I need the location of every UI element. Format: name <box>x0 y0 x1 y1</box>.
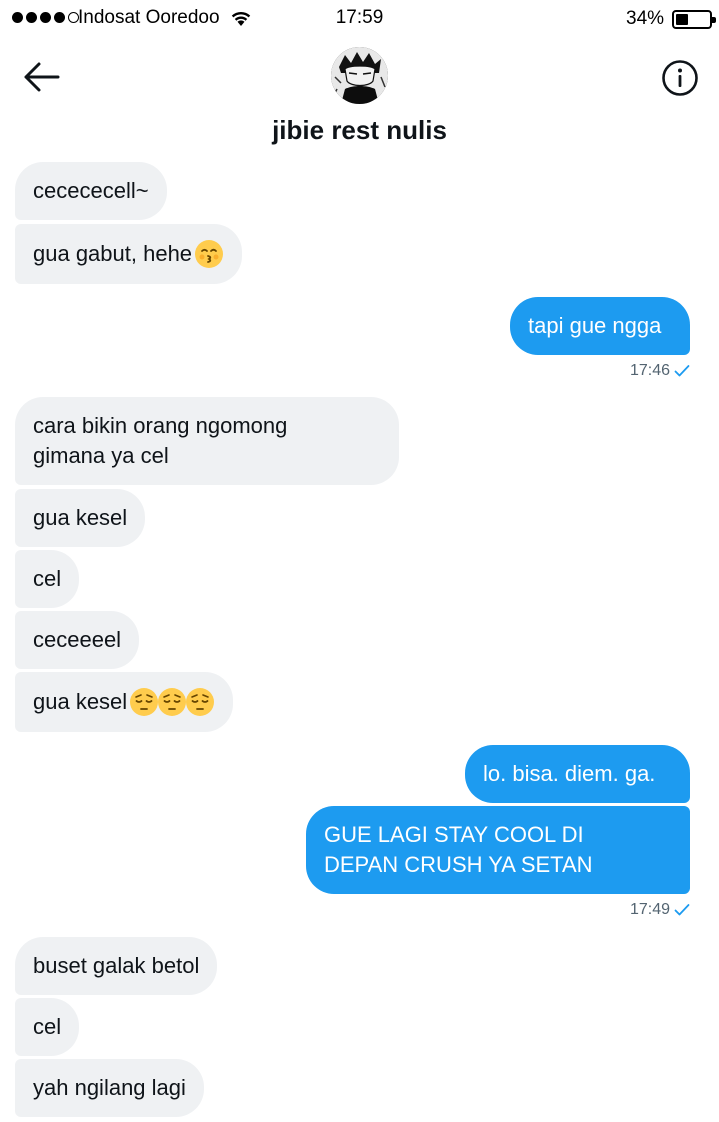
message-text: cel <box>33 1014 62 1039</box>
message-incoming[interactable]: cara bikin orang ngomong gimana ya cel <box>15 397 399 485</box>
pensive-face-icon <box>186 688 215 716</box>
contact-avatar[interactable] <box>331 47 388 104</box>
wifi-icon <box>231 11 251 26</box>
message-outgoing[interactable]: GUE LAGI STAY COOL DI DEPAN CRUSH YA SET… <box>306 806 690 894</box>
message-text: gua gabut, hehe <box>33 241 193 266</box>
message-outgoing[interactable]: lo. bisa. diem. ga. <box>465 745 690 803</box>
message-incoming[interactable]: cecececell~ <box>15 162 167 220</box>
checkmark-icon <box>674 365 690 377</box>
checkmark-icon <box>674 904 690 916</box>
pensive-face-icon <box>130 688 159 716</box>
message-text: cara bikin orang ngomong gimana ya cel <box>33 413 288 468</box>
message-incoming[interactable]: buset galak betol <box>15 937 218 995</box>
message-incoming[interactable]: gua kesel <box>15 672 234 732</box>
signal-strength-icon <box>12 12 79 23</box>
battery-icon <box>672 10 716 29</box>
status-bar: Indosat Ooredoo 17:59 34% <box>0 0 719 36</box>
message-text: lo. bisa. diem. ga. <box>483 761 656 786</box>
message-incoming[interactable]: gua gabut, hehe <box>15 224 243 284</box>
message-text: buset galak betol <box>33 953 200 978</box>
contact-name: jibie rest nulis <box>272 115 447 145</box>
message-incoming[interactable]: cel <box>15 998 80 1056</box>
message-incoming[interactable]: gua kesel <box>15 489 146 547</box>
battery-percentage: 34% <box>626 8 665 29</box>
message-text: GUE LAGI STAY COOL DI DEPAN CRUSH YA SET… <box>324 822 593 877</box>
kissing-face-icon <box>195 240 224 268</box>
message-incoming[interactable]: yah ngilang lagi <box>15 1059 204 1117</box>
message-text: gua kesel <box>33 689 128 714</box>
avatar-image <box>331 47 388 104</box>
message-timestamp: 17:49 <box>630 901 690 919</box>
info-icon <box>662 60 698 96</box>
pensive-face-icon <box>158 688 187 716</box>
carrier-name: Indosat Ooredoo <box>78 7 220 28</box>
message-outgoing[interactable]: tapi gue ngga <box>510 297 690 355</box>
message-incoming[interactable]: ceceeeel <box>15 611 140 669</box>
message-text: ceceeeel <box>33 627 122 652</box>
message-text: yah ngilang lagi <box>33 1075 186 1100</box>
message-text: gua kesel <box>33 505 128 530</box>
message-timestamp: 17:46 <box>630 362 690 380</box>
message-text: tapi gue ngga <box>528 313 662 338</box>
conversation-info-button[interactable] <box>660 58 700 98</box>
back-button[interactable] <box>22 60 62 94</box>
message-text: cel <box>33 566 62 591</box>
message-text: cecececell~ <box>33 178 149 203</box>
arrow-left-icon <box>24 62 60 92</box>
message-incoming[interactable]: cel <box>15 550 80 608</box>
